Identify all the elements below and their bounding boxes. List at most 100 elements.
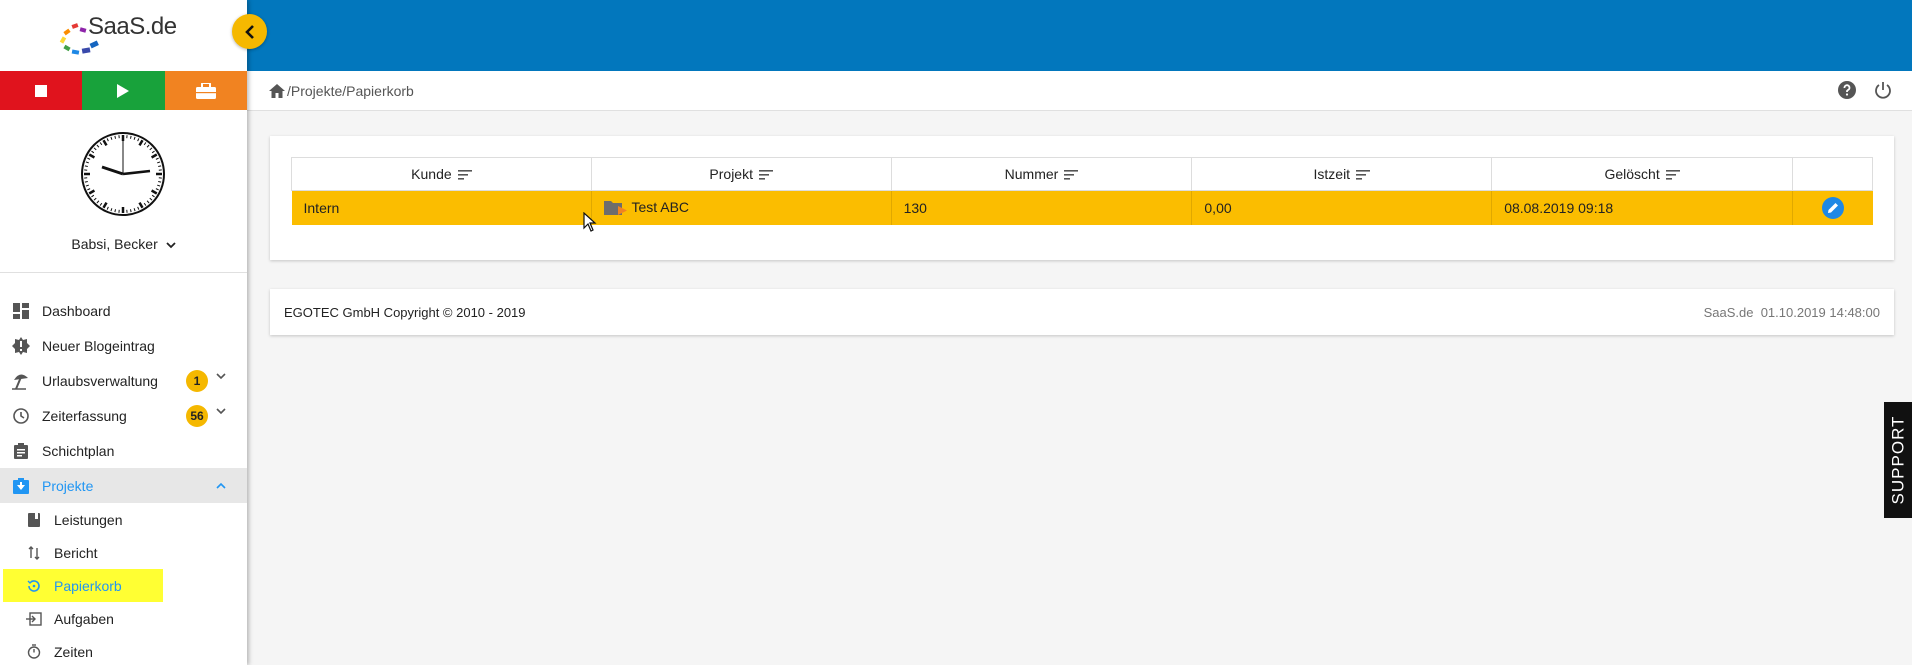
clock-tick bbox=[129, 135, 132, 139]
sidebar-item-dashboard[interactable]: Dashboard bbox=[0, 293, 247, 328]
home-icon[interactable] bbox=[269, 83, 285, 98]
chevron-down-icon bbox=[216, 373, 226, 380]
copyright-text: EGOTEC GmbH Copyright © 2010 - 2019 bbox=[284, 304, 526, 320]
sidebar-subitem-aufgaben[interactable]: Aufgaben bbox=[0, 602, 247, 635]
column-header-istzeit[interactable]: Istzeit bbox=[1191, 157, 1493, 191]
stop-button[interactable] bbox=[0, 71, 83, 110]
cell-istzeit: 0,00 bbox=[1191, 190, 1493, 225]
sidebar-item-label: Dashboard bbox=[42, 302, 111, 319]
sidebar-subitem-label: Papierkorb bbox=[54, 577, 122, 594]
clock-tick bbox=[158, 165, 162, 168]
sidebar-item-label: Urlaubsverwaltung bbox=[42, 372, 158, 389]
sidebar-item-projekte[interactable]: Projekte bbox=[0, 468, 247, 503]
login-box-icon bbox=[26, 611, 42, 627]
trash-table: Kunde Projekt Nummer Istzeit Gelöscht In… bbox=[291, 157, 1873, 225]
sidebar-item-blog[interactable]: Neuer Blogeintrag bbox=[0, 328, 247, 363]
sidebar-item-label: Schichtplan bbox=[42, 442, 115, 459]
breadcrumb-bar: / Projekte / Papierkorb bbox=[247, 71, 1912, 111]
count-badge: 1 bbox=[186, 370, 208, 392]
clock-tick bbox=[114, 209, 117, 213]
play-button[interactable] bbox=[82, 71, 165, 110]
user-name: Babsi, Becker bbox=[71, 236, 158, 252]
analog-clock bbox=[81, 132, 165, 216]
stop-icon bbox=[35, 84, 48, 97]
table-header-row: Kunde Projekt Nummer Istzeit Gelöscht bbox=[291, 157, 1873, 191]
column-header-actions bbox=[1792, 157, 1873, 191]
sidebar-subitem-label: Leistungen bbox=[54, 511, 123, 528]
badge-alert-icon bbox=[12, 336, 30, 355]
dashboard-icon bbox=[12, 302, 30, 320]
column-header-nummer[interactable]: Nummer bbox=[890, 157, 1193, 191]
sidebar-subitem-label: Zeiten bbox=[54, 643, 93, 660]
cell-geloescht: 08.08.2019 09:18 bbox=[1491, 190, 1794, 225]
footer-timestamp: SaaS.de 01.10.2019 14:48:00 bbox=[1703, 304, 1880, 320]
power-icon[interactable] bbox=[1874, 81, 1892, 99]
cell-nummer: 130 bbox=[891, 190, 1193, 225]
chevron-down-icon bbox=[165, 242, 176, 249]
clock-tick bbox=[114, 135, 117, 139]
logo-text: SaaS.de bbox=[88, 13, 177, 40]
top-bar bbox=[247, 0, 1912, 71]
collapse-sidebar-button[interactable] bbox=[232, 14, 267, 49]
book-icon bbox=[26, 512, 42, 528]
sidebar-subitem-leistungen[interactable]: Leistungen bbox=[0, 503, 247, 536]
sort-icon bbox=[758, 170, 773, 180]
beach-umbrella-icon bbox=[12, 372, 30, 390]
sidebar-item-schichtplan[interactable]: Schichtplan bbox=[0, 433, 247, 468]
clock-tick bbox=[84, 180, 88, 183]
pencil-icon bbox=[1827, 202, 1838, 213]
sidebar-subitem-papierkorb[interactable]: Papierkorb bbox=[3, 569, 163, 602]
restore-icon bbox=[26, 578, 42, 594]
clipboard-icon bbox=[12, 442, 30, 460]
edit-button[interactable] bbox=[1821, 196, 1844, 219]
swap-vertical-icon bbox=[26, 545, 42, 561]
sort-icon bbox=[1665, 170, 1680, 180]
sidebar-subitem-zeiten[interactable]: Zeiten bbox=[0, 635, 247, 665]
chevron-left-icon bbox=[244, 24, 254, 39]
subbar-actions bbox=[1838, 81, 1892, 99]
support-label: SUPPORT bbox=[1888, 415, 1907, 505]
clock-tick bbox=[84, 165, 88, 168]
sidebar-item-zeiterfassung[interactable]: Zeiterfassung 56 bbox=[0, 398, 247, 433]
chevron-up-icon bbox=[216, 482, 226, 489]
mouse-cursor-icon bbox=[583, 212, 597, 232]
cell-actions bbox=[1792, 190, 1873, 225]
sidebar-subitem-bericht[interactable]: Bericht bbox=[0, 536, 247, 569]
timer-icon bbox=[26, 644, 42, 660]
clock-tick bbox=[129, 209, 132, 213]
sort-icon bbox=[1356, 170, 1371, 180]
logo[interactable]: SaaS.de bbox=[0, 0, 247, 71]
project-name: Test ABC bbox=[631, 199, 690, 216]
folder-play-icon bbox=[603, 201, 627, 216]
cell-kunde: Intern bbox=[291, 190, 592, 225]
support-tab[interactable]: SUPPORT bbox=[1884, 402, 1912, 518]
sidebar-item-label: Projekte bbox=[42, 477, 94, 494]
sidebar-subitem-label: Aufgaben bbox=[54, 610, 114, 627]
sidebar-nav: Dashboard Neuer Blogeintrag Urlaubsverwa… bbox=[0, 293, 247, 665]
column-header-kunde[interactable]: Kunde bbox=[291, 157, 592, 191]
sidebar-subitem-label: Bericht bbox=[54, 544, 98, 561]
action-bar bbox=[0, 71, 247, 110]
chevron-down-icon bbox=[216, 408, 226, 415]
breadcrumb-projekte[interactable]: Projekte bbox=[291, 83, 342, 99]
sidebar-item-urlaub[interactable]: Urlaubsverwaltung 1 bbox=[0, 363, 247, 398]
clock-tick bbox=[158, 180, 162, 183]
trash-table-card: Kunde Projekt Nummer Istzeit Gelöscht In… bbox=[270, 136, 1894, 260]
sidebar-item-label: Neuer Blogeintrag bbox=[42, 337, 155, 354]
table-row[interactable]: Intern Test ABC 130 0,00 08.08.2019 09:1… bbox=[291, 190, 1873, 225]
cell-projekt: Test ABC bbox=[591, 190, 892, 225]
briefcase-button[interactable] bbox=[164, 71, 247, 110]
user-menu[interactable]: Babsi, Becker bbox=[0, 236, 247, 252]
briefcase-icon bbox=[195, 82, 216, 99]
sort-icon bbox=[1064, 170, 1079, 180]
sort-icon bbox=[457, 170, 472, 180]
sidebar: SaaS.de Babsi, Becker Dashboard Neuer Bl… bbox=[0, 0, 247, 665]
help-icon[interactable] bbox=[1838, 81, 1856, 99]
breadcrumb-papierkorb: Papierkorb bbox=[346, 82, 414, 99]
count-badge: 56 bbox=[186, 405, 208, 427]
play-icon bbox=[117, 83, 130, 98]
breadcrumb: / Projekte / Papierkorb bbox=[269, 83, 414, 99]
column-header-geloescht[interactable]: Gelöscht bbox=[1491, 157, 1794, 191]
project-icon bbox=[12, 477, 30, 495]
column-header-projekt[interactable]: Projekt bbox=[590, 157, 892, 191]
